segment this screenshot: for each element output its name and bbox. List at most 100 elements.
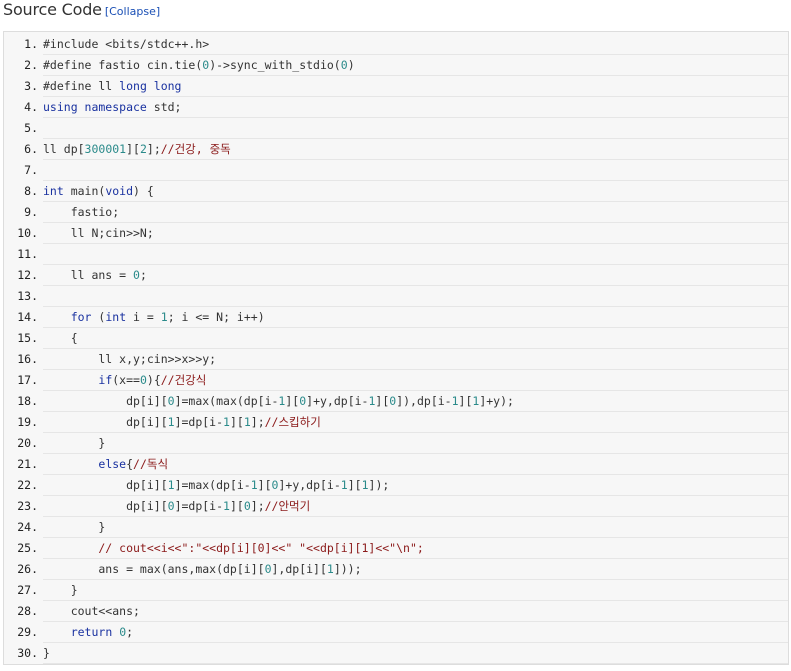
code-line: 13. [4, 286, 788, 307]
code-token: //건강, 중독 [160, 142, 231, 156]
code-token: int [105, 310, 127, 324]
code-token: ) [347, 58, 355, 72]
line-number: 27. [17, 583, 38, 597]
code-line: 7. [4, 160, 788, 181]
line-number: 14. [17, 310, 38, 324]
code-token: 1 [167, 415, 175, 429]
code-line: 12. ll ans = 0; [4, 265, 788, 286]
section-title: Source Code [3, 0, 102, 19]
code-token: ][ [375, 394, 390, 408]
code-token: ) { [133, 184, 154, 198]
code-text [43, 286, 788, 307]
code-line: 30.} [4, 643, 788, 664]
code-text: #define fastio cin.tie(0)->sync_with_std… [43, 55, 788, 76]
code-text [43, 118, 788, 139]
code-token: dp[i][ [43, 415, 168, 429]
code-token: for [70, 310, 92, 324]
code-line: 14. for (int i = 1; i <= N; i++) [4, 307, 788, 328]
line-number: 30. [17, 646, 38, 660]
code-text: dp[i][1]=dp[i-1][1];//스킵하기 [43, 412, 788, 433]
line-number: 5. [24, 121, 38, 135]
line-number: 29. [17, 625, 38, 639]
code-text: dp[i][0]=max(max(dp[i-1][0]+y,dp[i-1][0]… [43, 391, 788, 412]
code-token: } [43, 520, 106, 534]
code-token: { [43, 331, 78, 345]
code-line: 19. dp[i][1]=dp[i-1][1];//스킵하기 [4, 412, 788, 433]
code-token: // cout<<i<<":"<<dp[i][0]<<" "<<dp[i][1]… [43, 541, 424, 555]
code-block: 1. #include <bits/stdc++.h> 2. #define fast… [3, 31, 789, 665]
code-line: 5. [4, 118, 788, 139]
code-token: ans = max(ans,max(dp[i][ [43, 562, 265, 576]
code-token: ; i <= N; i++) [167, 310, 265, 324]
code-token: 0 [167, 499, 175, 513]
code-text: ans = max(ans,max(dp[i][0],dp[i][1])); [43, 559, 788, 580]
code-token: else [98, 457, 127, 471]
code-token: } [43, 583, 78, 597]
code-token: ( [91, 310, 106, 324]
code-line: 22. dp[i][1]=max(dp[i-1][0]+y,dp[i-1][1]… [4, 475, 788, 496]
code-token: ])); [333, 562, 362, 576]
code-text: } [43, 517, 788, 538]
code-text: cout<<ans; [43, 601, 788, 622]
code-line: 15. { [4, 328, 788, 349]
code-token: ]+y); [479, 394, 514, 408]
code-token: ]; [250, 499, 265, 513]
code-token: ][ [285, 394, 300, 408]
code-text: for (int i = 1; i <= N; i++) [43, 307, 788, 328]
line-number: 8. [24, 184, 38, 198]
code-line: 16. ll x,y;cin>>x>>y; [4, 349, 788, 370]
code-token: ll N;cin>>N; [43, 226, 154, 240]
code-token: int [43, 184, 64, 198]
collapse-link[interactable]: [Collapse] [105, 5, 160, 18]
code-line: 17. if(x==0){//건강식 [4, 370, 788, 391]
code-text: return 0; [43, 622, 788, 643]
source-code-header: Source Code [Collapse] [3, 0, 160, 22]
code-token: ]+y,dp[i- [278, 478, 341, 492]
code-token: } [43, 646, 50, 660]
code-token: dp[i][ [43, 478, 168, 492]
code-line: 2. #define fastio cin.tie(0)->sync_with_s… [4, 55, 788, 76]
code-token: )->sync_with_stdio( [209, 58, 341, 72]
code-token: ]=max(dp[i- [174, 478, 251, 492]
code-line: 25. // cout<<i<<":"<<dp[i][0]<<" "<<dp[i… [4, 538, 788, 559]
code-text: int main(void) { [43, 181, 788, 202]
code-token: ]; [250, 415, 265, 429]
line-number: 11. [17, 247, 38, 261]
code-text: dp[i][1]=max(dp[i-1][0]+y,dp[i-1][1]); [43, 475, 788, 496]
code-line: 28. cout<<ans; [4, 601, 788, 622]
code-text: #include <bits/stdc++.h> [43, 34, 788, 55]
line-number: 9. [24, 205, 38, 219]
code-token: //독식 [133, 457, 169, 471]
code-token: 1 [326, 562, 334, 576]
code-token: ; [126, 625, 134, 639]
code-token: ][ [257, 478, 272, 492]
code-text: // cout<<i<<":"<<dp[i][0]<<" "<<dp[i][1]… [43, 538, 788, 559]
line-number: 15. [17, 331, 38, 345]
code-text: fastio; [43, 202, 788, 223]
code-token: #include <bits/stdc++.h> [43, 37, 210, 51]
line-number: 3. [24, 79, 38, 93]
code-token: 1 [361, 478, 369, 492]
code-line: 27. } [4, 580, 788, 601]
code-line: 4. using namespace std; [4, 97, 788, 118]
code-token: ],dp[i][ [271, 562, 327, 576]
code-text: } [43, 643, 788, 664]
line-number: 12. [17, 268, 38, 282]
code-token: if [98, 373, 113, 387]
code-token: long long [119, 79, 182, 93]
code-token: //건강식 [160, 373, 207, 387]
code-text: { [43, 328, 788, 349]
code-token: 0 [167, 394, 175, 408]
code-token: fastio; [43, 205, 120, 219]
code-token: ][ [229, 415, 244, 429]
code-text: #define ll long long [43, 76, 788, 97]
code-token: return [70, 625, 113, 639]
code-token: ll ans = [43, 268, 134, 282]
code-token: ]),dp[i- [396, 394, 452, 408]
code-token: 1 [160, 310, 168, 324]
code-line: 20. } [4, 433, 788, 454]
line-number: 23. [17, 499, 38, 513]
